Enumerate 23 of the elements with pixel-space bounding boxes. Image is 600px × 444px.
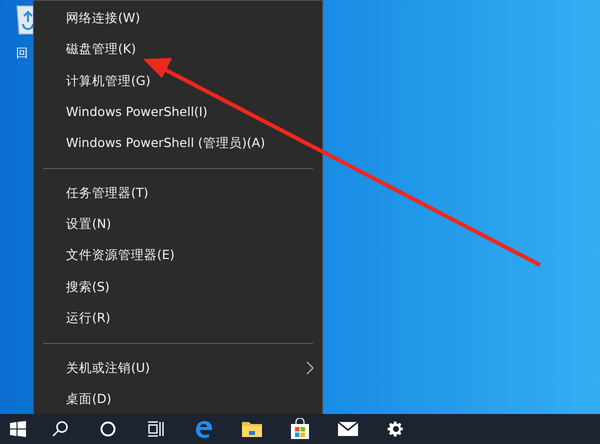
mail-icon[interactable] [337,421,359,437]
search-icon[interactable] [51,420,69,438]
menu-item[interactable]: 网络连接(W) [34,3,322,34]
menu-item[interactable]: Windows PowerShell (管理员)(A) [34,128,322,159]
menu-item[interactable]: 计算机管理(G) [34,65,322,97]
menu-item[interactable]: 桌面(D) [34,384,322,415]
menu-item[interactable]: 关机或注销(U) [34,352,322,384]
task-view-icon[interactable] [147,421,165,437]
browser-e-icon[interactable] [194,419,214,439]
chevron-right-icon [306,361,314,376]
desktop-icon-label: 回 [16,45,28,62]
circle-icon[interactable] [100,421,116,437]
folder-icon[interactable] [241,420,263,438]
menu-item[interactable]: 搜索(S) [34,271,322,302]
menu-item[interactable]: 磁盘管理(K) [34,34,322,66]
windows-logo-icon[interactable] [10,421,26,437]
menu-item[interactable]: 任务管理器(T) [34,178,322,209]
menu-item[interactable]: Windows PowerShell(I) [34,96,322,128]
menu-item[interactable]: 设置(N) [34,208,322,240]
store-bag-icon[interactable] [290,418,310,440]
menu-item[interactable]: 文件资源管理器(E) [34,240,322,272]
menu-item[interactable]: 运行(R) [34,302,322,334]
settings-icon[interactable] [387,420,405,438]
